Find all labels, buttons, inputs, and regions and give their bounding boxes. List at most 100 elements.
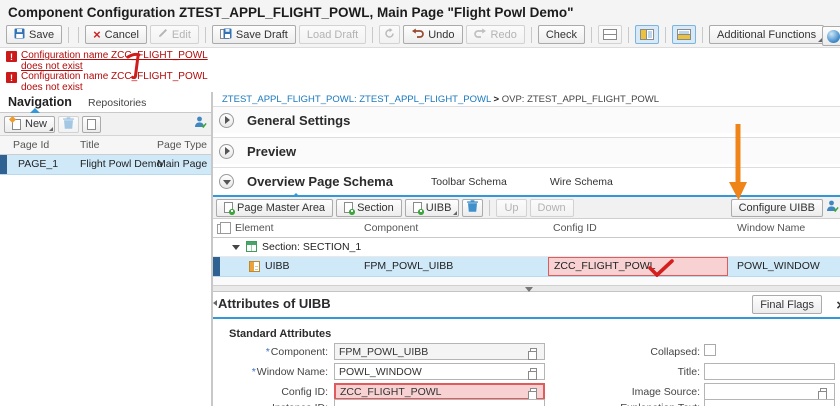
layout-single-button[interactable]: [598, 25, 623, 44]
separator: [489, 199, 491, 216]
error-message: ! Configuration name ZCC_FLIGHT_POWL doe…: [6, 50, 213, 72]
field-label-explanation-text: Explanation Text:: [558, 402, 700, 406]
collapsed-checkbox[interactable]: [704, 344, 716, 356]
new-button[interactable]: New: [4, 115, 56, 133]
load-draft-button[interactable]: Load Draft: [298, 25, 367, 44]
sidebar-tabs: Navigation Repositories: [0, 92, 211, 113]
window-name-field[interactable]: [334, 363, 545, 380]
separator: [665, 26, 667, 43]
error-message-text: Configuration name ZCC_FLIGHT_POWL does …: [21, 71, 208, 93]
undo-button[interactable]: Undo: [403, 25, 463, 44]
up-button[interactable]: Up: [496, 198, 527, 217]
cell-element: Section: SECTION_1: [262, 241, 362, 253]
explanation-text-field[interactable]: [704, 399, 835, 406]
add-uibb-button[interactable]: UIBB: [404, 198, 460, 217]
page-title: Component Configuration ZTEST_APPL_FLIGH…: [8, 5, 574, 20]
save-button[interactable]: Save: [6, 25, 63, 44]
value-help-icon[interactable]: [528, 388, 537, 400]
save-draft-button[interactable]: Save Draft: [211, 25, 296, 44]
cancel-button[interactable]: × Cancel: [85, 25, 147, 44]
section-icon: [246, 241, 257, 252]
instance-id-field[interactable]: [334, 399, 545, 406]
cell-window-name: POWL_WINDOW: [737, 260, 820, 272]
add-section-button[interactable]: Section: [336, 198, 402, 217]
attributes-title: Attributes of UIBB: [218, 296, 331, 311]
tab-repositories[interactable]: Repositories: [88, 97, 146, 109]
title-field[interactable]: [704, 363, 835, 380]
message-area: ! Configuration name ZCC_FLIGHT_POWL doe…: [0, 48, 840, 92]
expand-button[interactable]: [219, 143, 234, 159]
user-settings-icon[interactable]: [826, 199, 839, 217]
separator: [628, 26, 630, 43]
tab-wire-schema[interactable]: Wire Schema: [550, 176, 613, 188]
layout-side-panel-button[interactable]: [635, 25, 660, 44]
table-row-section[interactable]: Section: SECTION_1: [213, 238, 840, 257]
error-icon: !: [6, 51, 17, 62]
value-help-icon[interactable]: [528, 368, 537, 380]
header: Component Configuration ZTEST_APPL_FLIGH…: [0, 0, 840, 48]
horizontal-splitter[interactable]: [213, 285, 840, 292]
cell-title: Flight Powl Demo: [80, 158, 163, 170]
column-element[interactable]: Element: [235, 222, 274, 234]
check-button[interactable]: Check: [537, 25, 586, 44]
column-config-id[interactable]: Config ID: [553, 222, 597, 234]
chevron-right-icon: [225, 116, 230, 124]
user-settings-icon[interactable]: [194, 115, 207, 133]
pencil-icon: [158, 28, 168, 41]
tree-collapse-icon[interactable]: [232, 245, 240, 250]
value-help-icon[interactable]: [818, 388, 827, 400]
layout-bottom-panel-icon: [677, 29, 692, 40]
navigation-panel: Navigation Repositories New Page Id Titl…: [0, 92, 211, 406]
column-page-id[interactable]: Page Id: [13, 139, 49, 151]
hierarchy-icon: [217, 222, 231, 234]
edit-button[interactable]: Edit: [149, 25, 199, 44]
down-button[interactable]: Down: [529, 198, 574, 217]
column-component[interactable]: Component: [364, 222, 418, 234]
cell-component: FPM_POWL_UIBB: [364, 260, 454, 272]
redo-button[interactable]: Redo: [465, 25, 525, 44]
breadcrumb-link[interactable]: ZTEST_APPL_FLIGHT_POWL: ZTEST_APPL_FLIGH…: [222, 94, 491, 105]
delete-element-button[interactable]: [462, 198, 484, 217]
tab-toolbar-schema[interactable]: Toolbar Schema: [431, 176, 507, 188]
column-window-name[interactable]: Window Name: [737, 222, 805, 234]
chevron-down-icon: [222, 179, 231, 185]
error-message-link[interactable]: Configuration name ZCC_FLIGHT_POWL does …: [21, 50, 213, 72]
column-page-type[interactable]: Page Type: [157, 139, 207, 151]
cancel-x-icon: ×: [93, 27, 101, 42]
error-message: ! Configuration name ZCC_FLIGHT_POWL doe…: [6, 71, 213, 93]
tab-overview-page-schema[interactable]: Overview Page Schema: [247, 174, 393, 189]
page-master-area-button[interactable]: Page Master Area: [216, 198, 334, 217]
help-button[interactable]: [822, 26, 840, 46]
column-title[interactable]: Title: [80, 139, 99, 151]
configure-uibb-button[interactable]: Configure UIBB: [730, 198, 823, 217]
value-help-icon[interactable]: [528, 348, 537, 360]
separator: [68, 26, 70, 43]
field-label-collapsed: Collapsed:: [650, 346, 700, 358]
tab-navigation[interactable]: Navigation: [8, 95, 72, 109]
row-selection-bar: [0, 155, 7, 174]
refresh-button[interactable]: [379, 25, 401, 44]
table-footer-gap: [213, 277, 840, 285]
expand-button[interactable]: [219, 112, 234, 128]
add-page-icon: [344, 202, 356, 215]
table-row-uibb[interactable]: UIBB FPM_POWL_UIBB ZCC_FLIGHT_POWL POWL_…: [213, 257, 840, 277]
copy-page-button[interactable]: [82, 115, 102, 133]
component-field[interactable]: [334, 343, 545, 360]
field-label-instance-id: Instance ID:: [213, 402, 328, 406]
collapse-button[interactable]: [219, 174, 234, 189]
layout-bottom-panel-button[interactable]: [672, 25, 697, 44]
uibb-icon: [249, 261, 260, 272]
additional-functions-button[interactable]: Additional Functions: [709, 25, 825, 44]
config-id-field[interactable]: [334, 383, 545, 400]
layout-side-panel-icon: [640, 29, 655, 40]
table-row[interactable]: PAGE_1 Flight Powl Demo Main Page: [0, 155, 211, 175]
menu-corner-icon: [453, 210, 458, 215]
clipped-toolbar-icon[interactable]: ×: [836, 297, 840, 314]
cell-page-type: Main Page: [157, 158, 208, 170]
separator: [530, 26, 532, 43]
panel-collapse-icon[interactable]: [213, 300, 217, 306]
image-source-field[interactable]: [704, 383, 835, 400]
delete-page-button[interactable]: [58, 115, 80, 133]
configuration-main-panel: ZTEST_APPL_FLIGHT_POWL: ZTEST_APPL_FLIGH…: [213, 92, 840, 406]
final-flags-button[interactable]: Final Flags: [752, 295, 822, 314]
